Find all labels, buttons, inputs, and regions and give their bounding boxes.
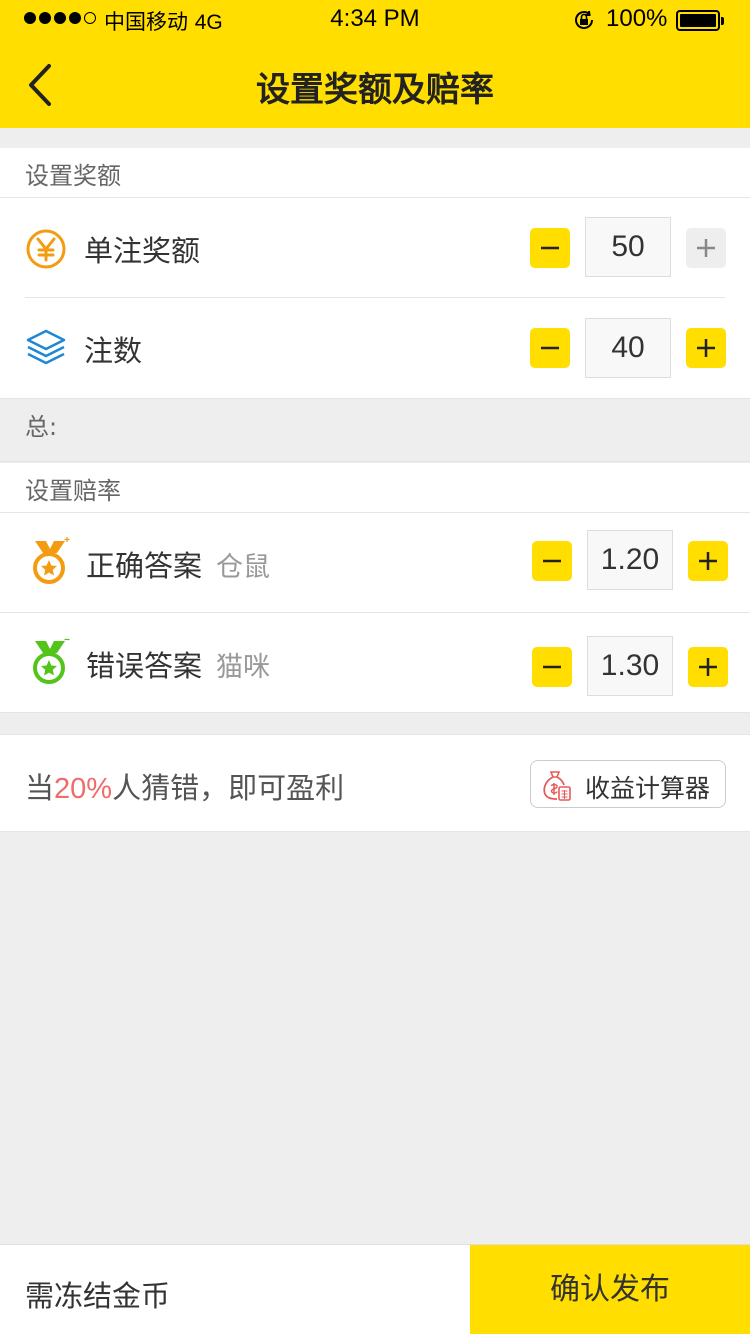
wrong-answer-row: 错误答案 猫咪 1.30 (0, 613, 750, 712)
plus-icon (697, 239, 715, 257)
top-bar: 中国移动 4G 4:34 PM 100% 设置奖额及赔率 (0, 0, 750, 128)
profit-text: 当20%人猜错，即可盈利 (25, 771, 345, 805)
minus-icon (543, 559, 561, 563)
green-medal-icon (33, 638, 70, 684)
wrong-odds-minus-button[interactable] (532, 647, 572, 687)
odds-section: 设置赔率 正确答案 仓鼠 1.20 错误答案 猫咪 1.30 (0, 463, 750, 713)
prize-minus-button[interactable] (530, 228, 570, 268)
money-bag-calculator-icon (543, 771, 571, 801)
count-plus-button[interactable] (686, 328, 726, 368)
battery-percent: 100% (606, 5, 668, 32)
orange-medal-icon (33, 537, 70, 584)
minus-icon (541, 346, 559, 350)
bet-count-row: 注数 40 (0, 298, 750, 397)
layers-icon (26, 329, 66, 365)
plus-icon (699, 658, 717, 676)
wrong-odds-input[interactable]: 1.30 (587, 636, 673, 696)
page-title: 设置奖额及赔率 (256, 70, 494, 110)
prize-plus-button[interactable] (686, 228, 726, 268)
single-bet-prize-label: 单注奖额 (84, 234, 201, 268)
confirm-publish-button[interactable]: 确认发布 (470, 1245, 750, 1334)
correct-answer-row: 正确答案 仓鼠 1.20 (0, 513, 750, 612)
correct-odds-input[interactable]: 1.20 (587, 530, 673, 590)
wrong-answer-option: 猫咪 (216, 652, 271, 683)
prize-value-input[interactable]: 50 (585, 217, 671, 277)
yen-coin-icon (26, 229, 66, 269)
minus-icon (543, 665, 561, 669)
minus-icon (541, 246, 559, 250)
wrong-odds-plus-button[interactable] (688, 647, 728, 687)
total-label: 总: (25, 413, 58, 441)
profit-percent: 20% (54, 773, 113, 805)
plus-icon (697, 339, 715, 357)
bet-count-label: 注数 (84, 334, 143, 368)
bottom-bar: 需冻结金币 确认发布 (0, 1244, 750, 1334)
profit-row: 当20%人猜错，即可盈利 收益计算器 (0, 734, 750, 832)
total-band: 总: (0, 398, 750, 462)
single-bet-prize-row: 单注奖额 50 (0, 198, 750, 297)
correct-odds-plus-button[interactable] (688, 541, 728, 581)
correct-answer-option: 仓鼠 (216, 552, 271, 583)
rotation-lock-icon (575, 10, 594, 29)
freeze-coins-label: 需冻结金币 (25, 1279, 171, 1313)
correct-answer-label: 正确答案 仓鼠 (86, 549, 271, 583)
odds-section-heading: 设置赔率 (0, 463, 750, 513)
correct-odds-minus-button[interactable] (532, 541, 572, 581)
profit-calculator-label: 收益计算器 (585, 774, 711, 803)
battery-icon (676, 10, 724, 31)
count-minus-button[interactable] (530, 328, 570, 368)
profit-calculator-button[interactable]: 收益计算器 (530, 760, 726, 808)
plus-icon (699, 552, 717, 570)
status-bar: 中国移动 4G 4:34 PM 100% (0, 0, 750, 40)
wrong-answer-label: 错误答案 猫咪 (86, 649, 271, 683)
prize-section: 设置奖额 单注奖额 50 注数 40 (0, 148, 750, 398)
count-value-input[interactable]: 40 (585, 318, 671, 378)
prize-section-heading: 设置奖额 (0, 148, 750, 198)
